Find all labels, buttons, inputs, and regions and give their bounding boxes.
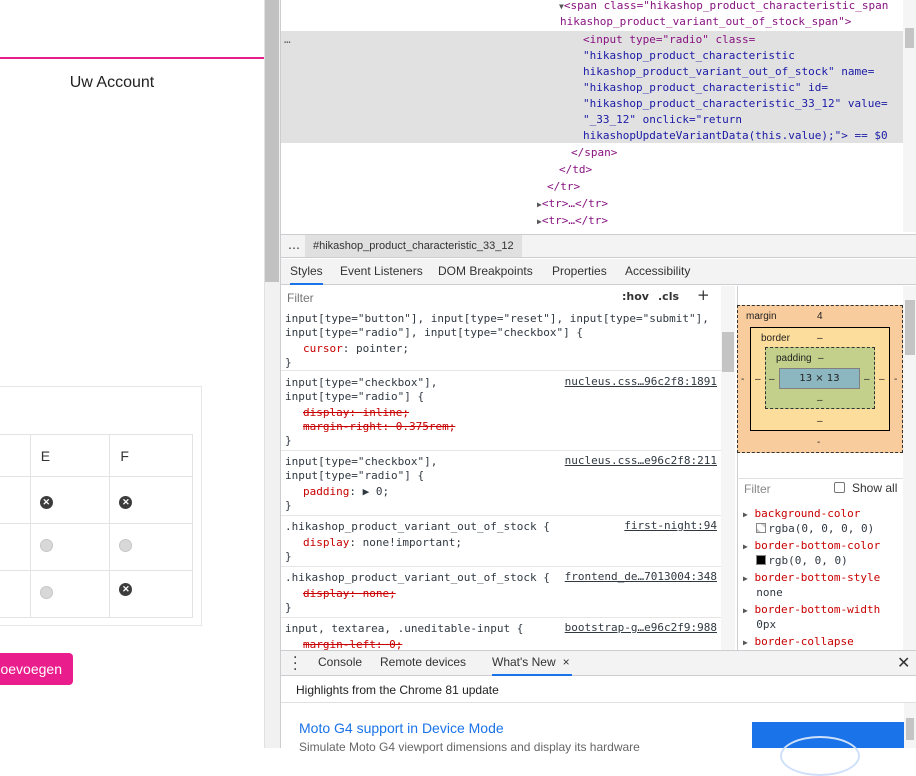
rule-source-link[interactable]: first-night:94 bbox=[624, 519, 717, 532]
news-title-link[interactable]: Moto G4 support in Device Mode bbox=[299, 720, 504, 736]
box-model-content[interactable]: 13 × 13 bbox=[779, 368, 860, 389]
dom-line[interactable]: <tr>…</tr> bbox=[542, 214, 608, 227]
close-drawer-icon[interactable]: ✕ bbox=[897, 653, 910, 672]
out-of-stock-icon: ✕ bbox=[119, 583, 133, 596]
dom-line[interactable]: </span> bbox=[571, 145, 617, 161]
breadcrumb-selected[interactable]: #hikashop_product_characteristic_33_12 bbox=[305, 235, 522, 257]
table-row: ✕ bbox=[0, 570, 193, 618]
tab-event-listeners[interactable]: Event Listeners bbox=[340, 259, 423, 285]
computed-property[interactable]: ▶ border-bottom-width 0px bbox=[743, 603, 880, 632]
close-tab-icon[interactable]: × bbox=[563, 650, 570, 675]
dom-line[interactable]: <tr>…</tr> bbox=[542, 197, 608, 210]
website-pane bbox=[0, 0, 264, 748]
styles-filter-input[interactable] bbox=[284, 288, 612, 307]
tab-properties[interactable]: Properties bbox=[552, 259, 607, 285]
computed-property[interactable]: ▶ border-bottom-style none bbox=[743, 571, 880, 600]
table-header-row: E F bbox=[0, 434, 193, 477]
account-link[interactable]: Uw Account bbox=[0, 74, 224, 92]
tab-dom-breakpoints[interactable]: DOM Breakpoints bbox=[438, 259, 533, 285]
header-divider bbox=[0, 57, 264, 59]
table-row bbox=[0, 523, 193, 571]
highlights-text: Highlights from the Chrome 81 update bbox=[296, 683, 499, 697]
dom-line[interactable]: "_33_12" onclick="return bbox=[583, 112, 742, 128]
page-scrollbar-thumb[interactable] bbox=[265, 0, 279, 282]
styles-scrollbar-thumb[interactable] bbox=[722, 332, 734, 372]
tab-console[interactable]: Console bbox=[318, 650, 362, 676]
computed-property[interactable]: ▶ border-collapse bbox=[743, 635, 854, 650]
tab-accessibility[interactable]: Accessibility bbox=[625, 259, 690, 285]
style-rule[interactable]: .hikashop_product_variant_out_of_stock {… bbox=[281, 570, 721, 618]
dom-line[interactable]: hikashop_product_variant_out_of_stock" n… bbox=[583, 64, 874, 80]
dom-line[interactable]: </td> bbox=[559, 162, 592, 178]
tab-whats-new[interactable]: What's New × bbox=[492, 650, 572, 676]
dom-line[interactable]: "hikashop_product_characteristic bbox=[583, 48, 795, 64]
new-rule-button[interactable]: + bbox=[697, 286, 710, 304]
variant-table: E F ✕ ✕ ✕ bbox=[0, 434, 193, 618]
hov-toggle[interactable]: :hov bbox=[622, 290, 649, 303]
style-rule[interactable]: .hikashop_product_variant_out_of_stock {… bbox=[281, 519, 721, 567]
show-all-checkbox[interactable] bbox=[834, 482, 845, 493]
drawer-menu-icon[interactable]: · · · bbox=[293, 651, 297, 677]
dom-tree: ▼<span class="hikashop_product_character… bbox=[537, 0, 889, 227]
style-rule[interactable]: input[type="button"], input[type="reset"… bbox=[281, 311, 721, 371]
dom-line[interactable]: hikashop_product_variant_out_of_stock_sp… bbox=[560, 14, 851, 30]
table-header-f: F bbox=[109, 434, 193, 477]
computed-filter-input[interactable]: Filter bbox=[744, 482, 771, 496]
variant-radio[interactable] bbox=[39, 586, 53, 599]
tab-styles[interactable]: Styles bbox=[290, 259, 323, 285]
style-rule[interactable]: input, textarea, .uneditable-input { boo… bbox=[281, 621, 721, 650]
show-all-label[interactable]: Show all bbox=[852, 481, 897, 495]
out-of-stock-icon: ✕ bbox=[39, 495, 53, 509]
computed-property[interactable]: ▶ border-bottom-color rgb(0, 0, 0) bbox=[743, 539, 880, 568]
tab-remote-devices[interactable]: Remote devices bbox=[380, 650, 466, 676]
news-image-graphic bbox=[780, 736, 860, 776]
computed-scrollbar-thumb[interactable] bbox=[905, 300, 915, 355]
dom-line[interactable]: <span class="hikashop_product_characteri… bbox=[564, 0, 889, 12]
rule-source-link[interactable]: frontend_de…7013004:348 bbox=[565, 570, 717, 583]
rule-source-link[interactable]: nucleus.css…e96c2f8:211 bbox=[565, 454, 717, 467]
table-row: ✕ ✕ bbox=[0, 476, 193, 524]
dom-line[interactable]: hikashopUpdateVariantData(this.value);">… bbox=[583, 128, 888, 144]
style-rule[interactable]: input[type="checkbox"], nucleus.css…96c2… bbox=[281, 375, 721, 451]
drawer-tabbar bbox=[281, 650, 916, 676]
news-description: Simulate Moto G4 viewport dimensions and… bbox=[299, 740, 640, 754]
dom-line[interactable]: "hikashop_product_characteristic_33_12" … bbox=[583, 96, 888, 112]
computed-property[interactable]: ▶ background-color rgba(0, 0, 0, 0) bbox=[743, 507, 874, 536]
variant-radio[interactable] bbox=[39, 539, 53, 552]
rule-source-link[interactable]: nucleus.css…96c2f8:1891 bbox=[565, 375, 717, 388]
margin-top-value[interactable]: 4 bbox=[817, 311, 823, 322]
table-header-e: E bbox=[29, 434, 111, 477]
drawer-scrollbar-thumb[interactable] bbox=[906, 718, 914, 740]
table-header bbox=[0, 434, 31, 477]
cls-toggle[interactable]: .cls bbox=[658, 290, 679, 303]
breadcrumb-more[interactable]: … bbox=[288, 238, 300, 252]
style-rule[interactable]: input[type="checkbox"], nucleus.css…e96c… bbox=[281, 454, 721, 516]
dom-line[interactable]: </tr> bbox=[547, 179, 580, 195]
dom-scrollbar-thumb[interactable] bbox=[905, 28, 914, 48]
dom-line[interactable]: <input type="radio" class= bbox=[583, 32, 755, 48]
add-to-cart-button[interactable]: oevoegen bbox=[0, 653, 73, 685]
out-of-stock-icon: ✕ bbox=[119, 495, 133, 509]
variant-radio[interactable] bbox=[119, 539, 133, 552]
dom-line[interactable]: "hikashop_product_characteristic" id= bbox=[583, 80, 828, 96]
rule-source-link[interactable]: bootstrap-g…e96c2f9:988 bbox=[565, 621, 717, 634]
